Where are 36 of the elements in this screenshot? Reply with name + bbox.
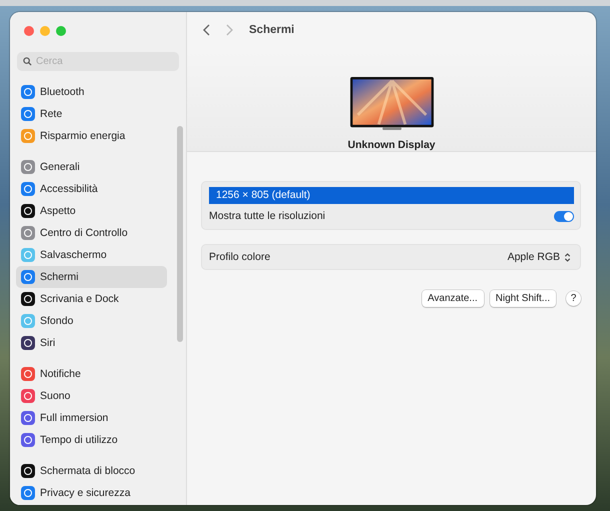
sidebar-item[interactable]: Schermata di blocco [16,460,167,482]
sidebar-item[interactable]: Privacy e sicurezza [16,482,167,504]
resolution-option[interactable]: 1256 × 805 (default) [209,187,574,204]
sidebar-item[interactable]: Notifiche [16,363,167,385]
minimize-button[interactable] [40,26,50,36]
toggle-switch[interactable] [554,210,574,222]
color-profile-label: Profilo colore [209,251,270,263]
sidebar-item[interactable]: Accessibilità [16,178,167,200]
close-button[interactable] [24,26,34,36]
sidebar-item[interactable]: Tempo di utilizzo [16,429,167,451]
sidebar-item[interactable]: Generali [16,156,167,178]
window-title: Schermi [249,24,294,36]
sidebar-item[interactable]: Bluetooth [16,81,167,103]
sidebar-item[interactable]: Sfondo [16,310,167,332]
show-all-resolutions-label: Mostra tutte le risoluzioni [209,210,326,222]
sidebar-item[interactable]: Salvaschermo [16,244,167,266]
help-button[interactable]: ? [566,291,581,306]
sidebar-item[interactable]: Suono [16,385,167,407]
sidebar-item[interactable]: Risparmio energia [16,125,167,147]
color-profile-popup[interactable]: Apple RGB [507,251,571,263]
sidebar-item[interactable]: Centro di Controllo [16,222,167,244]
button[interactable]: Night Shift... [490,290,556,307]
sidebar-item[interactable]: Full immersion [16,407,167,429]
sidebar-item[interactable]: Scrivania e Dock [16,288,167,310]
display-name: Unknown Display [348,139,436,151]
back-icon[interactable] [203,24,211,36]
sidebar-item[interactable]: Rete [16,103,167,125]
search-field[interactable]: Cerca [17,52,179,71]
forward-icon[interactable] [225,24,233,36]
zoom-button[interactable] [56,26,66,36]
button[interactable]: Avanzate... [422,290,484,307]
sidebar-item[interactable]: Siri [16,332,167,354]
sidebar-item[interactable]: Aspetto [16,200,167,222]
sidebar-item[interactable]: Schermi [16,266,167,288]
up-down-chevron-icon [564,252,571,262]
scrollbar[interactable] [177,126,183,342]
